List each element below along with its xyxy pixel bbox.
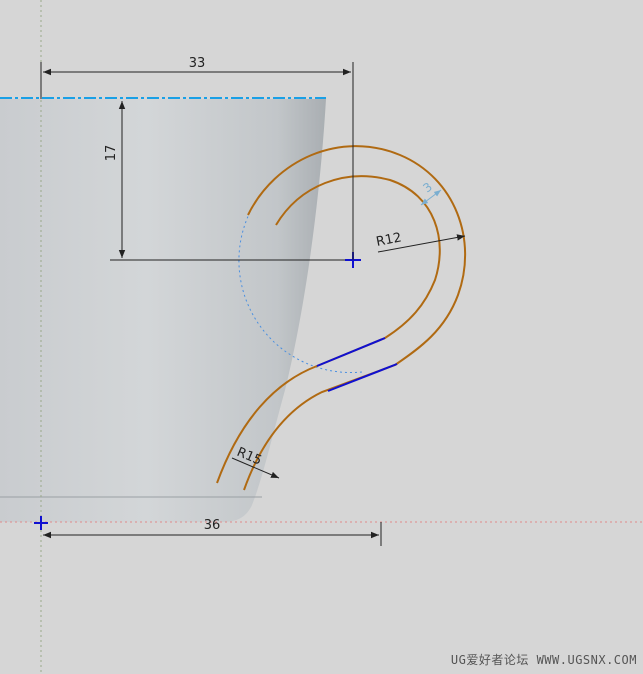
cup-body[interactable]	[0, 99, 326, 522]
dimension-bottom-width-label: 36	[204, 518, 221, 533]
watermark-text: UG爱好者论坛 WWW.UGSNX.COM	[450, 653, 637, 667]
tangent-line-inner[interactable]	[316, 337, 386, 367]
dimension-height-label: 17	[104, 145, 119, 162]
tangent-line-outer[interactable]	[327, 363, 398, 392]
dimension-top-width-label: 33	[189, 56, 206, 71]
dimension-radius-r12[interactable]: R12	[375, 230, 466, 253]
dimension-radius-r12-label: R12	[375, 230, 403, 250]
dimension-thickness-label: 3	[420, 180, 435, 196]
sketch-canvas[interactable]: 33 17 R12 3 R15 36	[0, 0, 643, 674]
